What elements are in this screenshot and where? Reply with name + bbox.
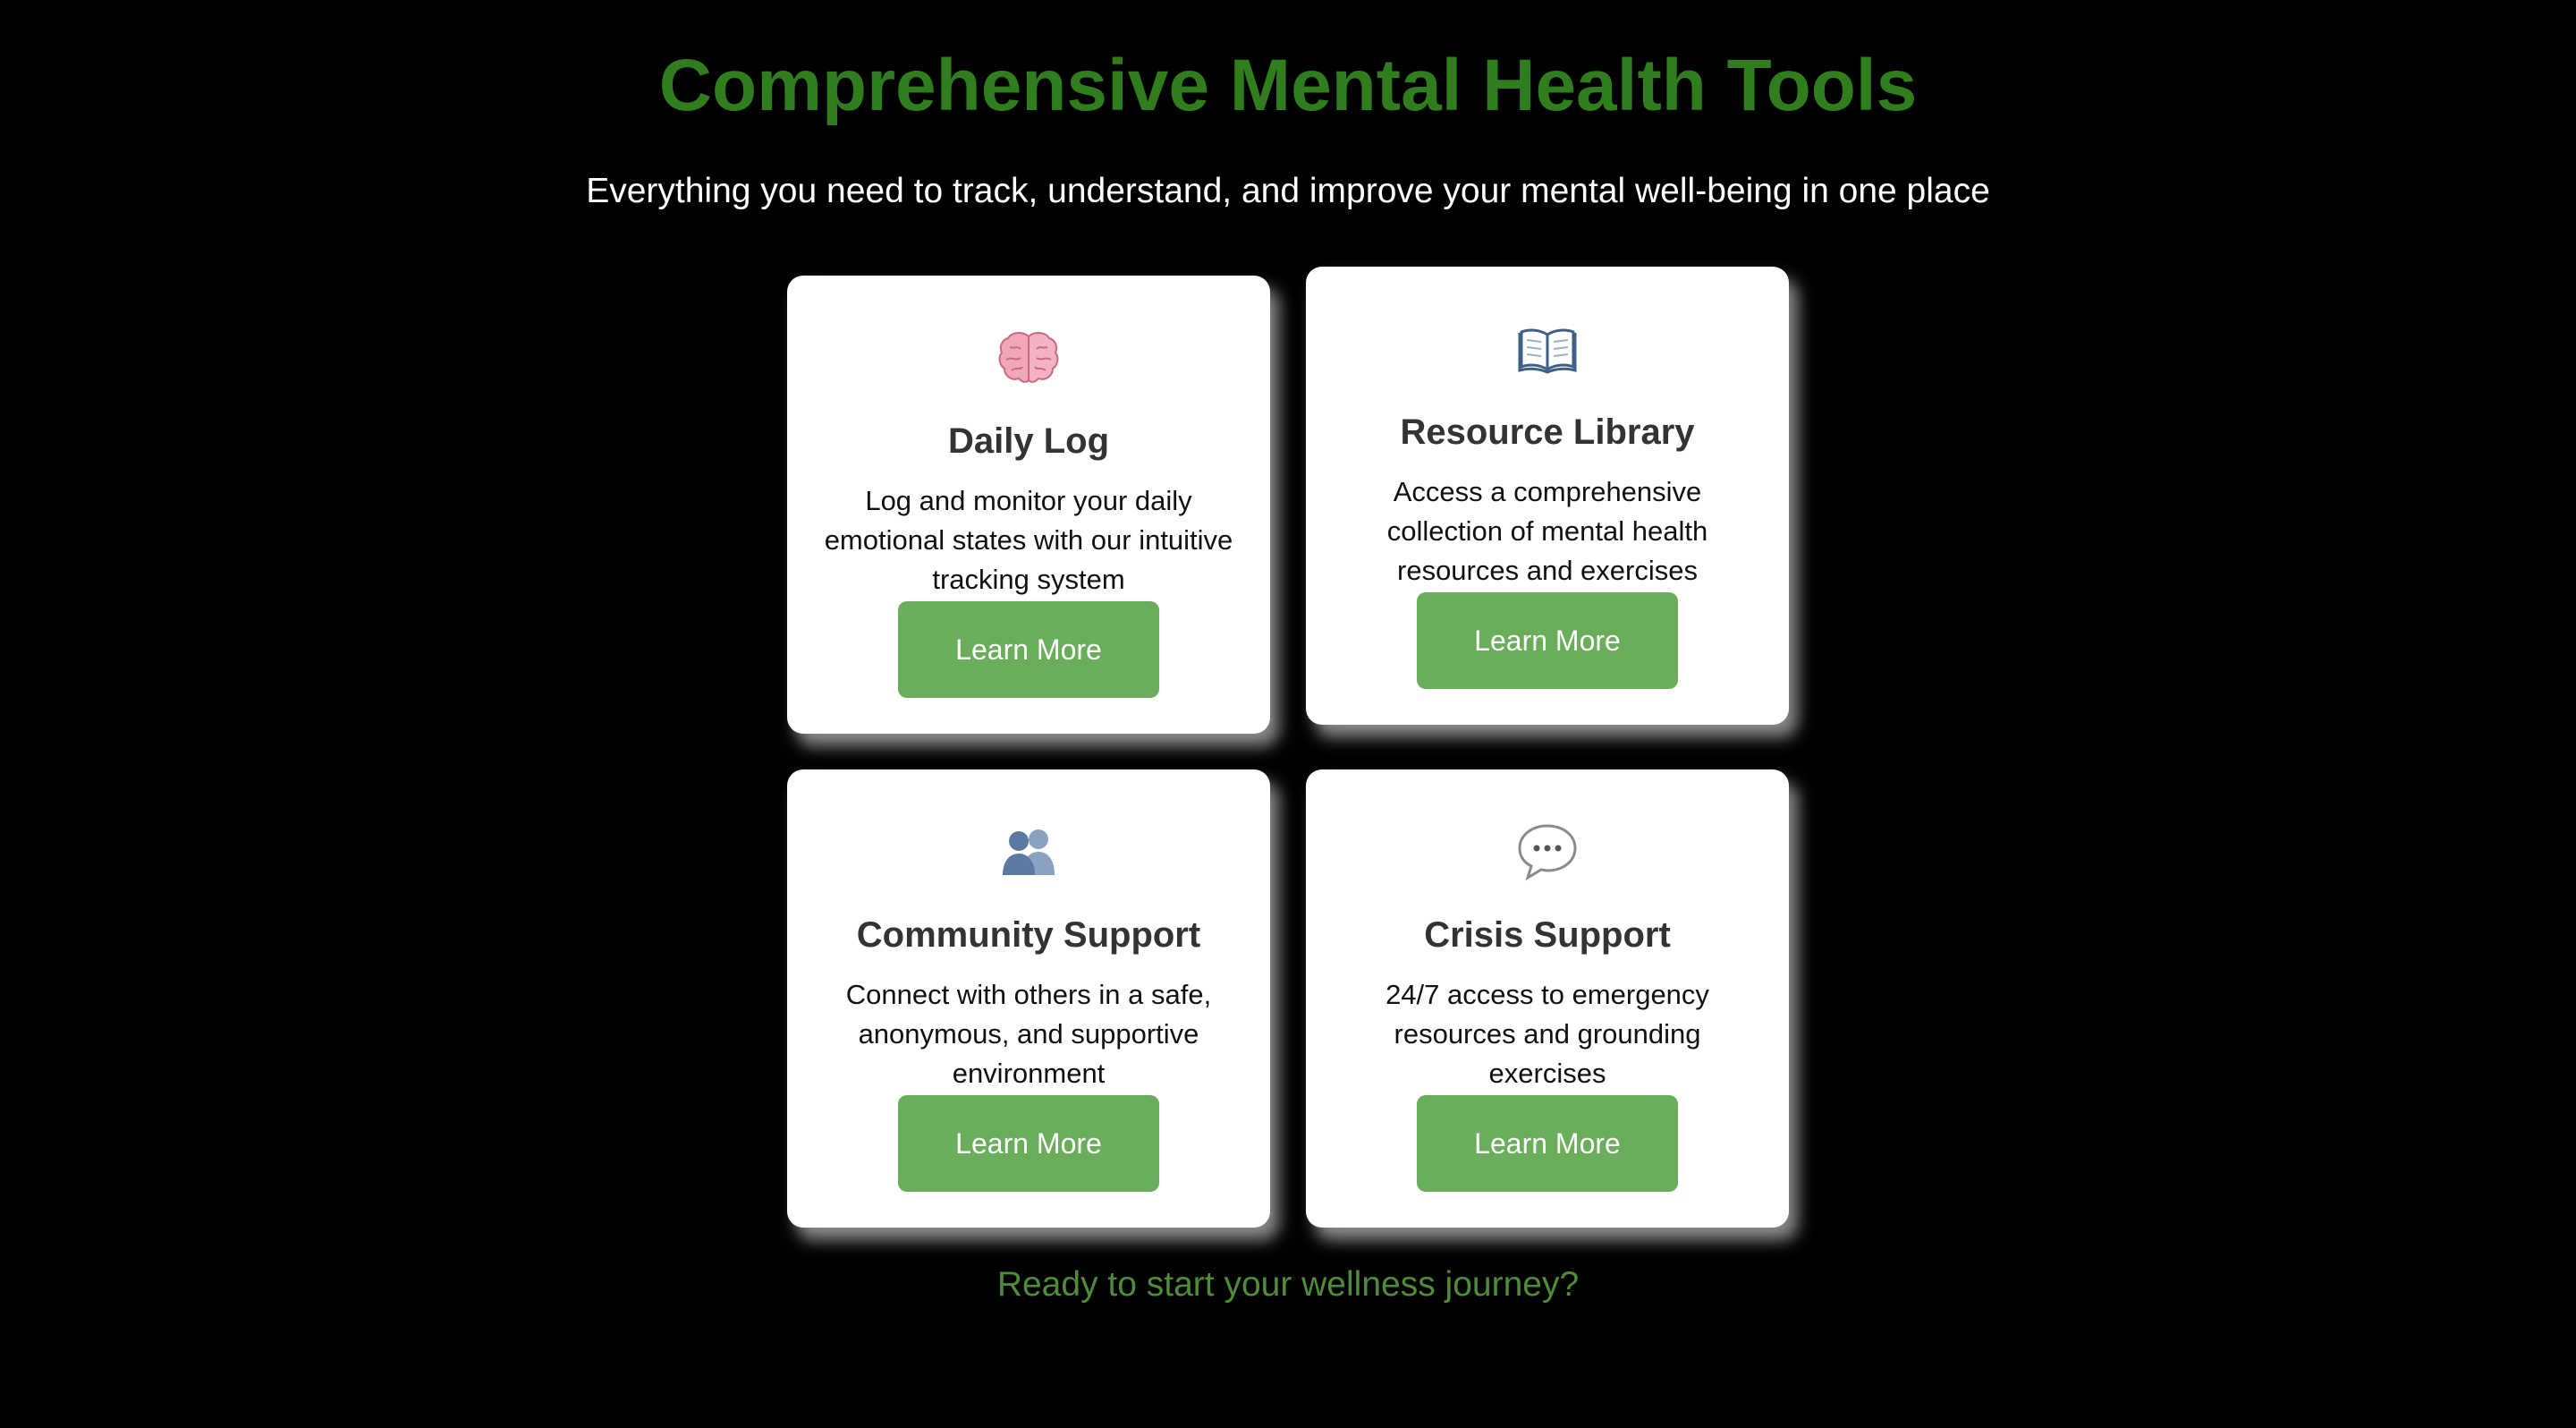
card-community-support: Community Support Connect with others in…: [787, 769, 1270, 1228]
learn-more-button-resource-library[interactable]: Learn More: [1417, 592, 1678, 689]
brain-icon: [787, 322, 1270, 394]
card-title: Community Support: [856, 915, 1201, 955]
card-description: Access a comprehensive collection of men…: [1386, 476, 1708, 586]
card-crisis-support: Crisis Support 24/7 access to emergency …: [1306, 769, 1789, 1228]
page: Comprehensive Mental Health Tools Everyt…: [0, 0, 2576, 1428]
learn-more-button-daily-log[interactable]: Learn More: [898, 601, 1159, 698]
card-title: Crisis Support: [1424, 915, 1671, 955]
book-icon: [1306, 313, 1789, 385]
card-daily-log: Daily Log Log and monitor your daily emo…: [787, 276, 1270, 734]
page-title: Comprehensive Mental Health Tools: [658, 45, 1918, 126]
card-description: Log and monitor your daily emotional sta…: [824, 485, 1233, 595]
card-title: Resource Library: [1400, 412, 1695, 452]
learn-more-button-crisis-support[interactable]: Learn More: [1417, 1095, 1678, 1192]
speech-bubble-icon: [1306, 816, 1789, 888]
card-resource-library: Resource Library Access a comprehensive …: [1306, 267, 1789, 725]
footer-cta-text: Ready to start your wellness journey?: [996, 1265, 1580, 1304]
people-icon: [787, 816, 1270, 888]
card-title: Daily Log: [947, 421, 1110, 461]
page-subtitle: Everything you need to track, understand…: [586, 172, 1990, 210]
learn-more-button-community-support[interactable]: Learn More: [898, 1095, 1159, 1192]
card-description: Connect with others in a safe, anonymous…: [845, 979, 1212, 1089]
card-description: 24/7 access to emergency resources and g…: [1385, 979, 1709, 1089]
